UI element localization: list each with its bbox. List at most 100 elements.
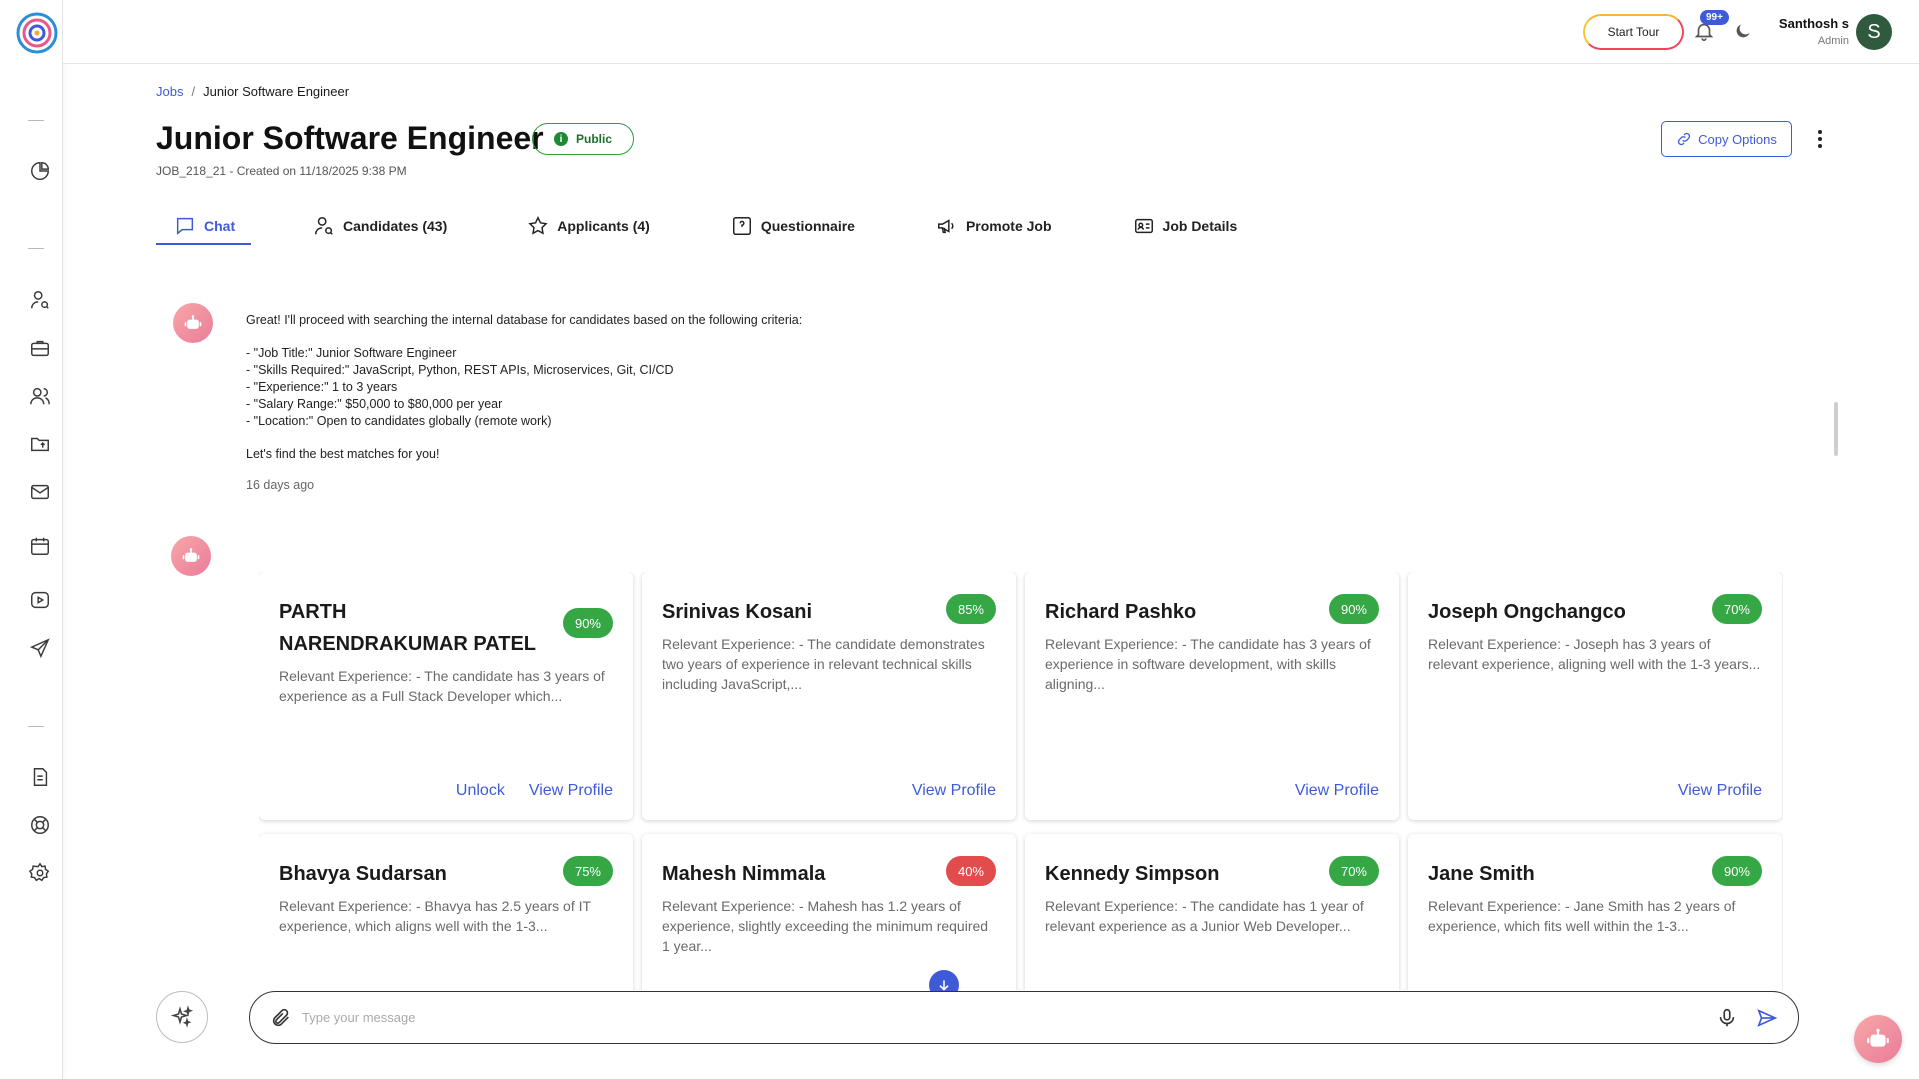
match-score-badge: 70% [1711, 594, 1762, 624]
view-profile-link[interactable]: View Profile [529, 782, 613, 800]
match-score-badge: 70% [1328, 856, 1379, 886]
notification-count-badge: 99+ [1700, 10, 1729, 25]
paperclip-icon[interactable] [270, 1007, 292, 1029]
analytics-icon[interactable] [27, 158, 53, 184]
candidate-search-icon[interactable] [27, 287, 53, 313]
tab-applicants-label: Applicants (4) [557, 218, 650, 234]
candidate-card[interactable]: PARTH NARENDRAKUMAR PATEL 90% Relevant E… [259, 572, 633, 820]
candidate-card[interactable]: Richard Pashko 90% Relevant Experience: … [1025, 572, 1399, 820]
candidate-card[interactable]: Srinivas Kosani 85% Relevant Experience:… [642, 572, 1016, 820]
message-outro: Let's find the best matches for you! [246, 447, 440, 461]
id-card-icon [1134, 218, 1153, 234]
chat-icon [176, 217, 194, 235]
candidate-name: Kennedy Simpson [1045, 863, 1220, 885]
candidate-name: Richard Pashko [1045, 601, 1197, 623]
candidate-search-icon [315, 217, 333, 235]
candidate-card[interactable]: Mahesh Nimmala 40% Relevant Experience: … [642, 834, 1016, 990]
sidebar-divider [28, 248, 44, 249]
copy-options-button[interactable]: Copy Options [1661, 121, 1792, 157]
video-icon[interactable] [27, 587, 53, 613]
view-profile-link[interactable]: View Profile [1678, 782, 1762, 800]
breadcrumb-jobs-link[interactable]: Jobs [156, 84, 183, 99]
match-score-badge: 75% [562, 856, 613, 886]
view-profile-link[interactable]: View Profile [1295, 782, 1379, 800]
candidate-name: Joseph Ongchangco [1428, 601, 1626, 623]
message-intro: Great! I'll proceed with searching the i… [246, 313, 803, 327]
folder-upload-icon[interactable] [27, 431, 53, 457]
assistant-launcher-button[interactable] [1854, 1015, 1902, 1063]
chat-scrollbar[interactable] [1834, 402, 1838, 456]
robot-icon [1867, 1028, 1889, 1047]
tab-promote-job-label: Promote Job [965, 218, 1052, 234]
visibility-label: Public [575, 132, 612, 146]
match-score-badge: 90% [1711, 856, 1762, 886]
microphone-icon[interactable] [1716, 1007, 1738, 1029]
tab-job-details[interactable]: Job Details [1133, 207, 1238, 245]
tab-questionnaire[interactable]: Questionnaire [731, 207, 855, 245]
criteria-item: - "Experience:" 1 to 3 years [246, 380, 398, 394]
start-tour-button[interactable]: Start Tour [1583, 14, 1684, 50]
send-message-icon[interactable] [1756, 1007, 1778, 1029]
sidebar-divider [28, 726, 44, 727]
page-title: Junior Software Engineer [156, 120, 544, 156]
tab-candidates[interactable]: Candidates (43) [313, 207, 447, 245]
candidate-name: PARTH NARENDRAKUMAR PATEL [279, 601, 537, 655]
user-role: Admin [1817, 35, 1849, 47]
support-icon[interactable] [27, 812, 53, 838]
tab-chat[interactable]: Chat [156, 207, 251, 245]
sidebar [0, 0, 63, 1079]
star-icon [528, 216, 548, 235]
sidebar-divider [28, 120, 44, 121]
tab-applicants[interactable]: Applicants (4) [527, 207, 650, 245]
more-options-icon[interactable] [1810, 126, 1830, 152]
tab-chat-label: Chat [204, 218, 236, 234]
tab-questionnaire-label: Questionnaire [760, 218, 855, 234]
breadcrumb: Jobs / Junior Software Engineer [156, 84, 349, 99]
candidate-summary: Relevant Experience: - The candidate dem… [662, 636, 985, 692]
candidate-cards: PARTH NARENDRAKUMAR PATEL 90% Relevant E… [259, 572, 1783, 990]
view-profile-link[interactable]: View Profile [912, 782, 996, 800]
job-tabs: Chat Candidates (43) Applicants (4) Ques… [156, 207, 1237, 245]
candidate-card[interactable]: Kennedy Simpson 70% Relevant Experience:… [1025, 834, 1399, 990]
criteria-item: - "Salary Range:" $50,000 to $80,000 per… [246, 397, 503, 411]
copy-options-label: Copy Options [1698, 131, 1777, 147]
document-icon[interactable] [27, 764, 53, 790]
user-avatar[interactable]: S [1856, 14, 1892, 50]
unlock-link[interactable]: Unlock [456, 782, 505, 800]
candidate-name: Srinivas Kosani [662, 601, 813, 623]
users-icon[interactable] [27, 383, 53, 409]
tab-job-details-label: Job Details [1162, 218, 1238, 234]
send-icon[interactable] [27, 635, 53, 661]
message-timestamp: 16 days ago [246, 478, 315, 492]
dark-mode-toggle[interactable] [1733, 21, 1755, 43]
moon-icon [1736, 24, 1750, 38]
criteria-item: - "Skills Required:" JavaScript, Python,… [246, 363, 674, 377]
candidate-summary: Relevant Experience: - The candidate has… [279, 668, 605, 704]
calendar-icon[interactable] [27, 533, 53, 559]
megaphone-icon [937, 219, 954, 234]
chat-message-input[interactable] [302, 1010, 1716, 1025]
sparkle-icon [170, 1005, 194, 1028]
chat-input-bar [249, 991, 1799, 1044]
criteria-item: - "Job Title:" Junior Software Engineer [246, 346, 457, 360]
candidate-card[interactable]: Bhavya Sudarsan 75% Relevant Experience:… [259, 834, 633, 990]
briefcase-icon[interactable] [27, 335, 53, 361]
tab-promote-job[interactable]: Promote Job [936, 207, 1052, 245]
candidate-summary: Relevant Experience: - Bhavya has 2.5 ye… [279, 898, 591, 934]
candidate-card[interactable]: Joseph Ongchangco 70% Relevant Experienc… [1408, 572, 1782, 820]
ai-suggestions-button[interactable] [156, 991, 208, 1043]
info-icon: i [553, 132, 568, 146]
candidate-card[interactable]: Jane Smith 90% Relevant Experience: - Ja… [1408, 834, 1782, 990]
match-score-badge: 90% [1328, 594, 1379, 624]
candidate-summary: Relevant Experience: - Mahesh has 1.2 ye… [662, 898, 989, 954]
candidate-summary: Relevant Experience: - The candidate has… [1045, 898, 1364, 934]
candidate-summary: Relevant Experience: - The candidate has… [1045, 636, 1371, 692]
robot-icon [182, 548, 200, 562]
mail-icon[interactable] [27, 479, 53, 505]
match-score-badge: 90% [562, 608, 613, 638]
app-logo[interactable] [14, 10, 60, 56]
question-icon [732, 217, 751, 235]
settings-icon[interactable] [27, 860, 53, 886]
match-score-badge: 40% [945, 856, 996, 886]
visibility-badge[interactable]: i Public [532, 123, 634, 155]
